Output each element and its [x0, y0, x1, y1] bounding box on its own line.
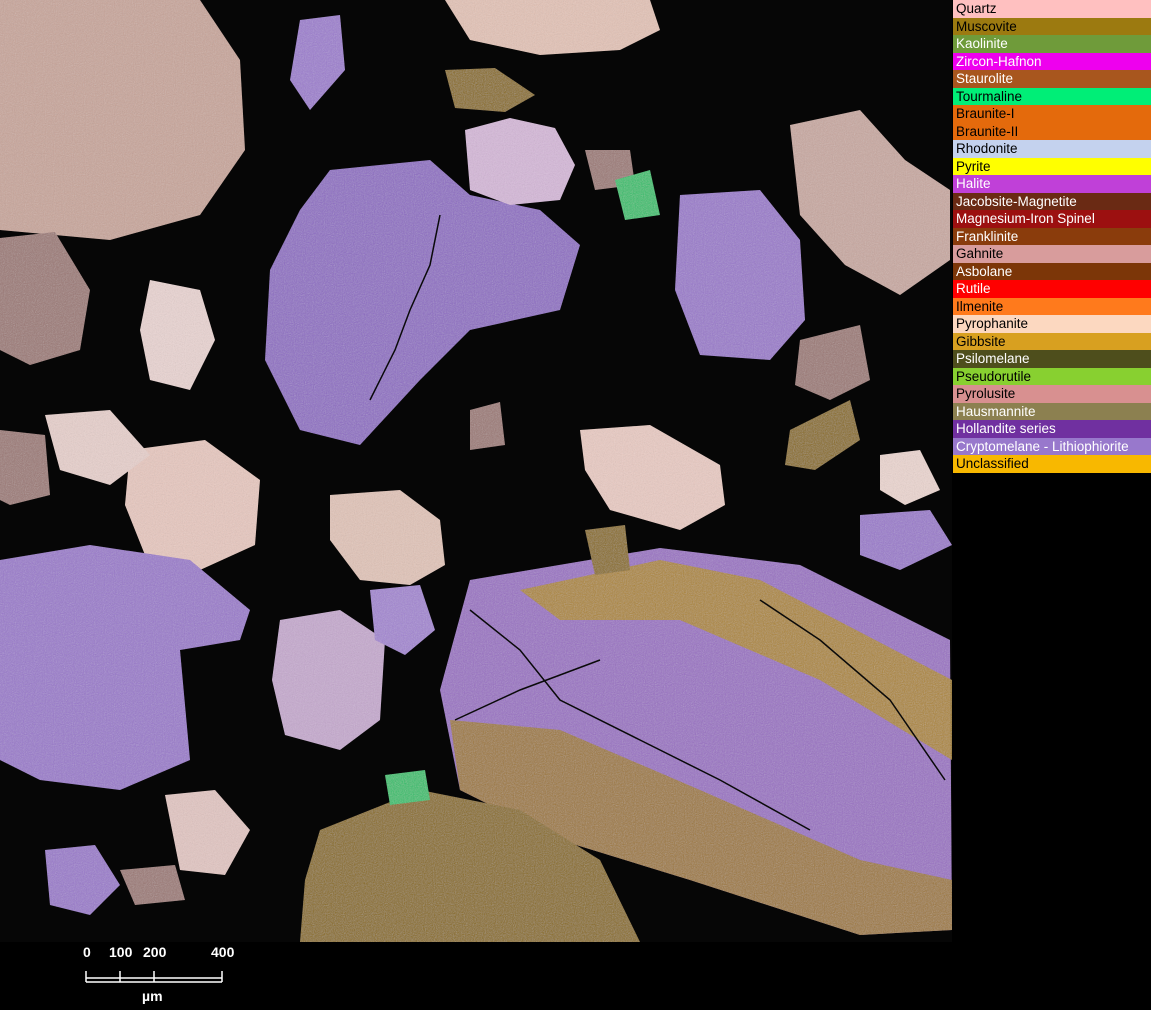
legend-item: Muscovite	[953, 17, 1151, 35]
grain-mauve-6	[470, 402, 505, 450]
legend-item: Pyrophanite	[953, 315, 1151, 333]
grain-top-right-quartz	[790, 110, 950, 295]
grain-purple-large	[265, 160, 580, 445]
grain-mauve-2	[795, 325, 870, 400]
grain-purple-small-3	[290, 15, 345, 110]
legend-item: Rutile	[953, 280, 1151, 298]
legend-item: Halite	[953, 175, 1151, 193]
mineral-map-image	[0, 0, 952, 942]
grain-mauve-1	[0, 232, 90, 365]
grain-pink-3	[580, 425, 725, 530]
legend-item: Quartz	[953, 0, 1151, 18]
grain-gold-small-1	[445, 68, 535, 112]
legend-item: Braunite-II	[953, 122, 1151, 140]
grain-pale-2	[165, 790, 250, 875]
legend-item: Pyrolusite	[953, 385, 1151, 403]
legend-item: Braunite-I	[953, 105, 1151, 123]
grain-green-2	[385, 770, 430, 805]
grain-mixed-green	[272, 610, 385, 750]
legend-item: Cryptomelane - Lithiophiorite	[953, 437, 1151, 455]
legend-item: Zircon-Hafnon	[953, 52, 1151, 70]
grain-pink-2	[125, 440, 260, 570]
grain-pink-1	[465, 118, 575, 205]
grain-purple-network	[0, 545, 250, 790]
scale-bar: 0 100 200 400 µm	[0, 942, 952, 1010]
legend-item: Gibbsite	[953, 332, 1151, 350]
legend-item: Asbolane	[953, 262, 1151, 280]
legend-item: Ilmenite	[953, 297, 1151, 315]
grain-pale-3	[880, 450, 940, 505]
scale-unit-label: µm	[142, 988, 163, 1004]
grain-mauve-5	[120, 865, 185, 905]
grain-purple-small-1	[45, 845, 120, 915]
grain-gold-small-2	[785, 400, 860, 470]
legend-item: Kaolinite	[953, 35, 1151, 53]
legend-item: Staurolite	[953, 70, 1151, 88]
legend-item: Tourmaline	[953, 87, 1151, 105]
grain-pink-4	[330, 490, 445, 585]
grain-mauve-3	[0, 430, 50, 505]
mineral-legend: Quartz Muscovite Kaolinite Zircon-Hafnon Sta…	[953, 0, 1151, 473]
legend-item: Magnesium-Iron Spinel	[953, 210, 1151, 228]
legend-item: Hollandite series	[953, 420, 1151, 438]
grain-purple-2	[675, 190, 805, 360]
legend-item: Pseudorutile	[953, 367, 1151, 385]
legend-item: Unclassified	[953, 455, 1151, 473]
legend-item: Jacobsite-Magnetite	[953, 192, 1151, 210]
grain-pale-4	[140, 280, 215, 390]
legend-item: Psilomelane	[953, 350, 1151, 368]
legend-item: Rhodonite	[953, 140, 1151, 158]
grain-top-center-quartz	[445, 0, 660, 55]
legend-item: Franklinite	[953, 227, 1151, 245]
legend-item: Pyrite	[953, 157, 1151, 175]
grain-top-left-quartz	[0, 0, 245, 240]
grain-purple-small-4	[860, 510, 952, 570]
legend-item: Hausmannite	[953, 402, 1151, 420]
mineral-map-drawing	[0, 0, 952, 942]
legend-item: Gahnite	[953, 245, 1151, 263]
